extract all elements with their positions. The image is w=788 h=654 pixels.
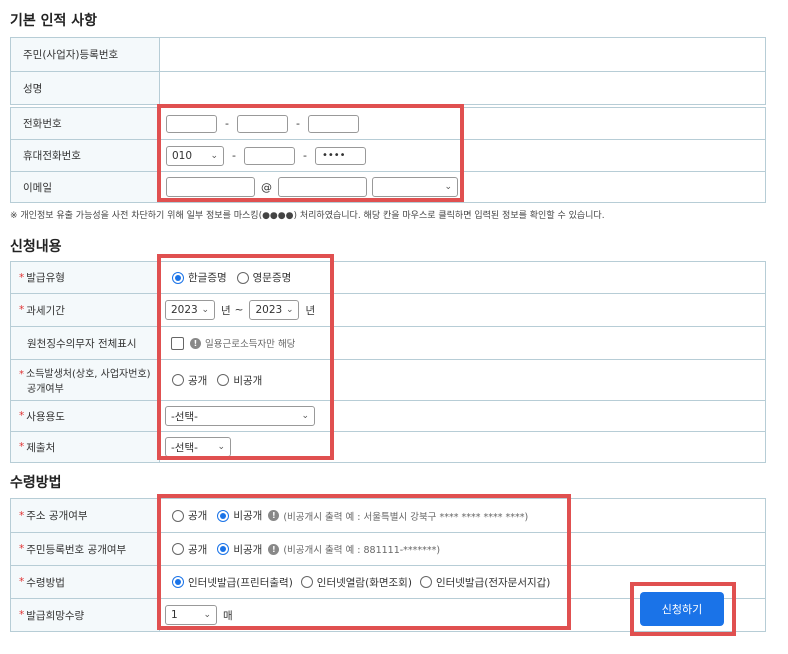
required-mark: *	[19, 576, 25, 588]
withholder-label: 원천징수의무자 전체표시	[11, 327, 160, 359]
copies-unit: 매	[223, 609, 233, 622]
period-to-select[interactable]: 2023 ⌄	[249, 300, 300, 320]
submit-to-row: * 제출처 -선택- ⌄	[10, 432, 766, 463]
address-row: * 주소 공개여부 공개 비공개 ! (비공개시 출력 예 : 서울특별시 강북구…	[10, 499, 766, 533]
issue-type-row: * 발급유형 한글증명 영문증명	[10, 262, 766, 294]
phone-dash-2: -	[295, 117, 300, 130]
phone-part2-input[interactable]	[236, 114, 288, 133]
rrn-public-row: * 주민등록번호 공개여부 공개 비공개 ! (비공개시 출력 예 : 88111…	[10, 533, 766, 566]
issue-type-english-radio[interactable]: 영문증명	[236, 270, 291, 285]
phone-row: 전화번호 - -	[10, 108, 766, 140]
required-mark: *	[19, 304, 25, 316]
copies-select[interactable]: 1 ⌄	[165, 605, 217, 625]
name-label: 성명	[11, 72, 160, 104]
chevron-down-icon: ⌄	[285, 305, 294, 315]
required-mark: *	[19, 369, 24, 380]
mobile-label: 휴대전화번호	[11, 140, 160, 171]
email-domain-input[interactable]	[278, 177, 367, 197]
apply-submit-button[interactable]: 신청하기	[640, 592, 724, 626]
chevron-down-icon: ⌄	[210, 150, 218, 161]
required-mark: *	[19, 410, 25, 422]
address-private-radio[interactable]: 비공개	[217, 508, 262, 523]
period-from-select[interactable]: 2023 ⌄	[165, 300, 215, 320]
info-icon: !	[268, 510, 280, 521]
copies-label: 발급희망수량	[26, 609, 85, 622]
source-label-1: 소득발생처(상호, 사업자번호)	[26, 369, 151, 380]
basic-info-table-2: 전화번호 - - 휴대전화번호 010 ⌄ - - •••• 이메일 @ ⌄	[10, 107, 766, 203]
source-label-2: 공개여부	[27, 384, 64, 395]
required-mark: *	[19, 543, 25, 555]
submit-to-label: 제출처	[26, 441, 56, 454]
submit-to-select[interactable]: -선택- ⌄	[165, 437, 231, 457]
name-value	[160, 72, 765, 104]
mobile-dash-1: -	[232, 149, 236, 162]
rrn-public-label: 주민등록번호 공개여부	[26, 543, 127, 556]
chevron-down-icon: ⌄	[444, 182, 452, 192]
section-title-apply: 신청내용	[10, 239, 62, 255]
mobile-prefix-select[interactable]: 010 ⌄	[166, 145, 224, 166]
email-label: 이메일	[11, 172, 160, 202]
rrn-value	[160, 38, 765, 71]
period-label: 과세기간	[26, 304, 65, 317]
method-view-radio[interactable]: 인터넷열람(화면조회)	[300, 575, 412, 590]
method-label: 수령방법	[26, 576, 65, 589]
section-title-receive: 수령방법	[10, 475, 62, 491]
withholder-checkbox[interactable]	[171, 336, 184, 350]
chevron-down-icon: ⌄	[201, 305, 209, 315]
rrn-label: 주민(사업자)등록번호	[11, 38, 160, 71]
rrn-row: 주민(사업자)등록번호	[10, 38, 766, 72]
email-row: 이메일 @ ⌄	[10, 172, 766, 203]
rrn-private-radio[interactable]: 비공개	[217, 542, 262, 557]
phone-part3-input[interactable]	[307, 114, 359, 133]
required-mark: *	[19, 441, 25, 453]
chevron-down-icon: ⌄	[203, 610, 211, 620]
phone-label: 전화번호	[11, 108, 160, 139]
rrn-hint: (비공개시 출력 예 : 881111-*******)	[283, 545, 441, 556]
apply-table: * 발급유형 한글증명 영문증명 * 과세기간 2023 ⌄ 년 ~ 2023 ⌄ 년 …	[10, 261, 766, 463]
year-unit-2: 년	[305, 304, 316, 317]
address-hint: (비공개시 출력 예 : 서울특별시 강북구 **** **** **** **…	[283, 511, 529, 523]
source-row: * 소득발생처(상호, 사업자번호) 공개여부 공개 비공개	[10, 360, 766, 401]
mobile-part3-input[interactable]: ••••	[314, 146, 366, 165]
required-mark: *	[19, 271, 25, 284]
address-label: 주소 공개여부	[26, 510, 88, 522]
purpose-row: * 사용용도 -선택- ⌄	[10, 401, 766, 432]
source-private-radio[interactable]: 비공개	[217, 373, 262, 388]
chevron-down-icon: ⌄	[217, 442, 225, 452]
name-row: 성명	[10, 72, 766, 105]
masking-notice: ※ 개인정보 유출 가능성을 사전 차단하기 위해 일부 정보를 마스킹(●●●…	[10, 211, 605, 221]
phone-dash-1: -	[225, 117, 229, 130]
email-id-input[interactable]	[166, 177, 255, 197]
mobile-prefix-value: 010	[172, 149, 193, 162]
purpose-label: 사용용도	[26, 410, 65, 423]
source-public-radio[interactable]: 공개	[172, 373, 207, 388]
required-mark: *	[19, 609, 25, 621]
withholder-hint: 일용근로소득자만 해당	[205, 339, 296, 350]
rrn-public-radio[interactable]: 공개	[172, 542, 207, 557]
mobile-part2-input[interactable]	[243, 146, 295, 165]
email-at: @	[261, 180, 272, 194]
basic-info-table-1: 주민(사업자)등록번호 성명	[10, 37, 766, 105]
address-public-radio[interactable]: 공개	[172, 508, 207, 523]
withholder-row: 원천징수의무자 전체표시 ! 일용근로소득자만 해당	[10, 327, 766, 360]
period-tilde: ~	[234, 304, 244, 316]
issue-type-korean-radio[interactable]: 한글증명	[172, 270, 227, 285]
year-unit-1: 년	[221, 304, 231, 317]
section-title-basic: 기본 인적 사항	[10, 13, 98, 29]
period-row: * 과세기간 2023 ⌄ 년 ~ 2023 ⌄ 년	[10, 294, 766, 327]
mobile-row: 휴대전화번호 010 ⌄ - - ••••	[10, 140, 766, 172]
mobile-dash-2: -	[302, 149, 307, 162]
chevron-down-icon: ⌄	[301, 411, 309, 421]
issue-type-label: 발급유형	[26, 272, 65, 284]
info-icon: !	[268, 543, 280, 555]
required-mark: *	[19, 509, 25, 522]
method-wallet-radio[interactable]: 인터넷발급(전자문서지갑)	[419, 575, 550, 590]
info-icon: !	[190, 337, 201, 349]
method-print-radio[interactable]: 인터넷발급(프린터출력)	[172, 575, 293, 590]
phone-part1-input[interactable]	[166, 114, 217, 133]
purpose-select[interactable]: -선택- ⌄	[165, 406, 315, 426]
email-domain-select[interactable]: ⌄	[372, 177, 458, 197]
